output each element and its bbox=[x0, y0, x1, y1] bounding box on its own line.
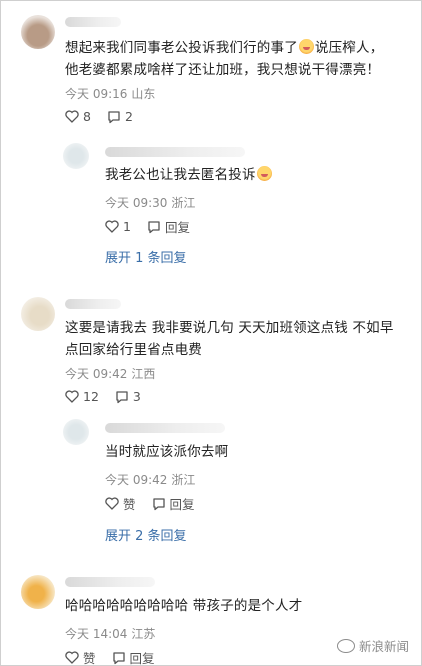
reply-meta: 今天 09:30 浙江 bbox=[105, 196, 196, 210]
comment-button[interactable]: 2 bbox=[107, 109, 133, 124]
expand-replies-link[interactable]: 展开 2 条回复 bbox=[105, 525, 187, 544]
heart-icon bbox=[105, 220, 119, 233]
weibo-logo-icon bbox=[336, 638, 355, 653]
reply-icon bbox=[148, 220, 160, 233]
avatar[interactable] bbox=[21, 575, 55, 609]
comment-section: 想起来我们同事老公投诉我们行的事了 说压榨人，他老婆都累成啥样了还让加班，我只想说… bbox=[0, 0, 422, 666]
heart-icon bbox=[65, 390, 79, 403]
reply-button[interactable]: 回复 bbox=[112, 648, 155, 666]
like-button[interactable]: 1 bbox=[105, 219, 131, 234]
reply-button[interactable]: 回复 bbox=[152, 494, 195, 513]
expand-replies-link[interactable]: 展开 1 条回复 bbox=[105, 247, 187, 266]
reply-actions: 赞 回复 bbox=[105, 494, 211, 513]
username[interactable] bbox=[65, 17, 121, 27]
comment-icon bbox=[116, 390, 128, 403]
comment-actions: 8 2 bbox=[65, 109, 149, 124]
reply-avatar[interactable] bbox=[63, 419, 89, 445]
heart-icon bbox=[105, 497, 119, 510]
reply-actions: 1 回复 bbox=[105, 217, 206, 236]
reply-text: 当时就应该派你去啊 bbox=[105, 444, 229, 460]
reply-icon bbox=[112, 651, 125, 664]
avatar[interactable] bbox=[21, 15, 55, 49]
like-button[interactable]: 赞 bbox=[105, 494, 136, 513]
comment-meta: 今天 09:42 江西 bbox=[65, 367, 156, 381]
username[interactable] bbox=[65, 577, 155, 587]
reply-meta: 今天 09:42 浙江 bbox=[105, 473, 196, 487]
watermark: 新浪新闻 bbox=[336, 636, 409, 655]
reply-icon bbox=[152, 497, 165, 510]
comment-text: 这要是请我去 我非要说几句 天天加班领这点钱 不如早点回家给行里省点电费 bbox=[65, 320, 394, 358]
like-button[interactable]: 8 bbox=[65, 109, 91, 124]
comment-meta: 今天 14:04 江苏 bbox=[65, 627, 156, 641]
emoji-icon bbox=[298, 39, 314, 54]
heart-icon bbox=[65, 110, 79, 123]
comment-text: 哈哈哈哈哈哈哈哈哈 带孩子的是个人才 bbox=[65, 598, 303, 614]
comment-meta: 今天 09:16 山东 bbox=[65, 87, 156, 101]
comment-actions: 赞 回复 bbox=[65, 648, 171, 666]
emoji-icon bbox=[256, 166, 272, 181]
avatar[interactable] bbox=[21, 297, 55, 331]
like-button[interactable]: 12 bbox=[65, 389, 99, 404]
comment-text: 想起来我们同事老公投诉我们行的事了 说压榨人，他老婆都累成啥样了还让加班，我只想说… bbox=[65, 39, 384, 78]
like-button[interactable]: 赞 bbox=[65, 648, 96, 666]
comment-button[interactable]: 3 bbox=[115, 389, 141, 404]
reply-text: 我老公也让我去匿名投诉 bbox=[105, 164, 395, 186]
reply-avatar[interactable] bbox=[63, 143, 89, 169]
comment-icon bbox=[108, 110, 120, 123]
comment-actions: 12 3 bbox=[65, 389, 157, 404]
heart-icon bbox=[65, 651, 79, 664]
reply-username[interactable] bbox=[105, 423, 225, 433]
reply-button[interactable]: 回复 bbox=[147, 217, 190, 236]
reply-username[interactable] bbox=[105, 147, 245, 157]
username[interactable] bbox=[65, 299, 121, 309]
